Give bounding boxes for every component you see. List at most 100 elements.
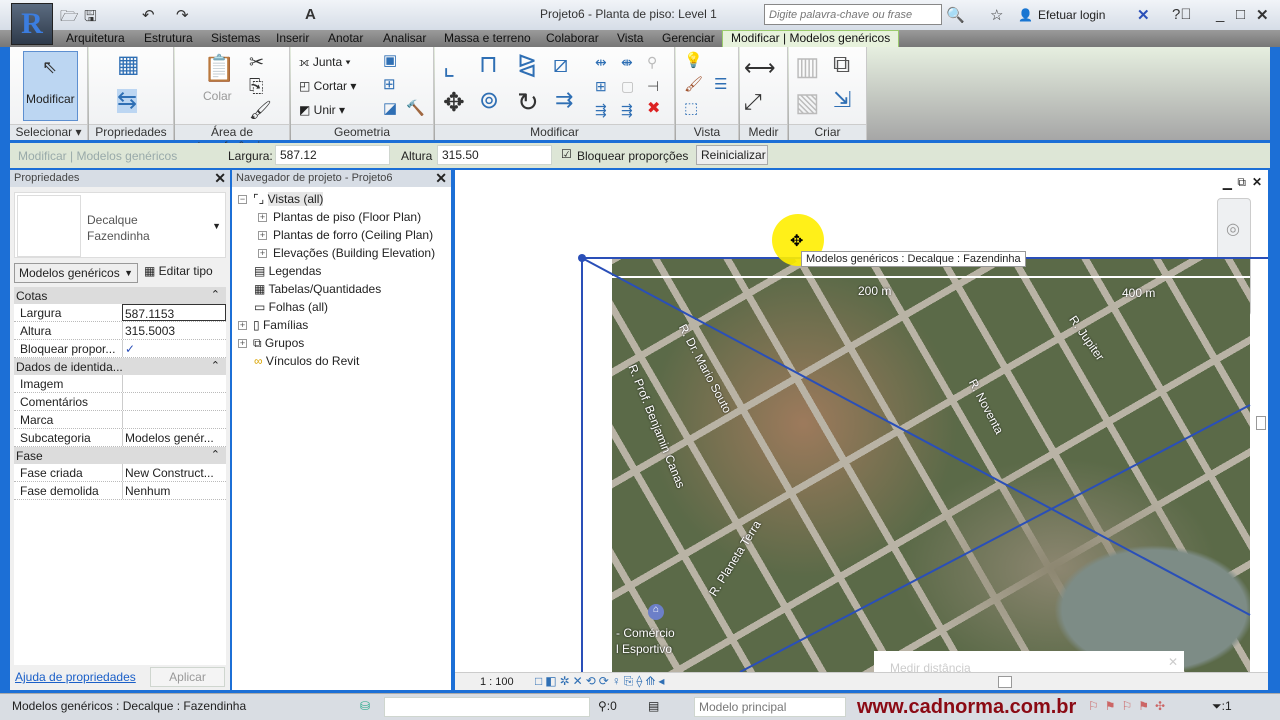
tab-colaborar[interactable]: Colaborar (546, 31, 599, 45)
properties-help-link[interactable]: Ajuda de propriedades (15, 670, 136, 684)
tree-item-sheets[interactable]: ▭ Folhas (all) (254, 300, 328, 314)
category-dropdown[interactable]: Modelos genéricos ▼ (14, 263, 138, 283)
unpin-icon[interactable]: ⚲ (647, 55, 657, 69)
cut-geometry-button[interactable]: ◰ Cortar ▾ (299, 79, 356, 93)
group-cotas[interactable]: Cotas ⌃ (14, 287, 226, 304)
close-icon[interactable]: ✕ (435, 170, 447, 187)
help-icon[interactable]: ?⃝ (1172, 6, 1192, 23)
mirror-draw-icon[interactable]: ⧄ (553, 53, 568, 77)
offset-icon[interactable]: ⊓ (479, 53, 498, 77)
paint-icon[interactable]: ◪ (383, 101, 397, 116)
comments-value[interactable] (122, 393, 226, 410)
type-properties-icon[interactable]: ▦ (117, 53, 140, 77)
tree-item-schedules[interactable]: ▦ Tabelas/Quantidades (254, 282, 381, 296)
demolish-icon[interactable]: 🔨 (406, 101, 425, 116)
tab-arquitetura[interactable]: Arquitetura (66, 31, 125, 45)
tab-inserir[interactable]: Inserir (276, 31, 309, 45)
create-group-icon[interactable]: ⧉ (833, 53, 850, 77)
tab-massa-terreno[interactable]: Massa e terreno (444, 31, 531, 45)
split-face-icon[interactable]: ⊞ (383, 77, 396, 92)
panel-label[interactable]: Selecionar ▾ (10, 124, 87, 140)
trim-multiple-icon[interactable]: ⇶ (595, 103, 607, 117)
vertical-scrollbar-thumb[interactable] (1256, 416, 1266, 430)
create-assembly-icon[interactable]: ▥ (795, 53, 820, 79)
tree-item-elevations[interactable]: + Elevações (Building Elevation) (258, 246, 435, 260)
mark-value[interactable] (122, 411, 226, 428)
linework-icon[interactable]: ☰ (714, 77, 727, 92)
unir-button[interactable]: ◩ Unir ▾ (299, 103, 345, 117)
height-value[interactable]: 315.5003 (122, 322, 226, 339)
tree-item-vistas[interactable]: − ⌜⌟ Vistas (all) (238, 192, 324, 206)
array-icon[interactable]: ⊞ (595, 79, 607, 93)
tab-analisar[interactable]: Analisar (383, 31, 426, 45)
lock-checkbox[interactable]: ✓ (122, 340, 226, 357)
tab-modificar-modelos-genericos[interactable]: Modificar | Modelos genéricos (722, 30, 900, 47)
create-similar-icon[interactable]: ⇲ (833, 89, 851, 111)
exchange-icon[interactable]: ✕ (1137, 6, 1150, 24)
binoculars-icon[interactable]: 🔍 (946, 6, 965, 24)
search-input[interactable] (764, 4, 942, 25)
copy-element-icon[interactable]: ⊚ (479, 89, 499, 113)
delete-icon[interactable]: ✖ (647, 101, 660, 117)
lightbulb-icon[interactable]: 💡 (684, 53, 703, 68)
properties-icon[interactable]: ⇆ (117, 89, 138, 113)
open-icon[interactable]: 🗁 (60, 6, 79, 31)
phase-demolished-value[interactable]: Nenhum (122, 482, 226, 499)
drawing-area[interactable]: ▁ ⧉ ✕ ◎ ⊕ 200 m 400 m R. Dr. Mario Souto… (455, 170, 1268, 690)
match-properties-icon[interactable]: 🖌 (249, 101, 272, 119)
type-selector[interactable]: Decalque Fazendinha ▼ (14, 192, 226, 258)
split-icon[interactable]: ⇹ (595, 55, 607, 69)
lock-proportions-checkbox[interactable]: ☑ (561, 147, 572, 161)
mirror-axis-icon[interactable]: ⧎ (517, 53, 537, 77)
tab-sistemas[interactable]: Sistemas (211, 31, 260, 45)
horizontal-scrollbar-thumb[interactable] (998, 676, 1012, 688)
measure-icon[interactable]: ⟷ (744, 57, 776, 79)
login-button[interactable]: Efetuar login (1038, 8, 1105, 22)
selection-toggle-icons[interactable]: ⚐⚑⚐⚑✣ (1088, 699, 1171, 713)
worksets-icon[interactable]: ⛁ (360, 699, 370, 713)
modify-button[interactable]: ⇖ Modificar (23, 51, 78, 121)
workset-dropdown[interactable] (384, 697, 590, 717)
wall-joins-icon[interactable]: ▣ (383, 53, 397, 68)
view-control-icons[interactable]: □◧✲✕⟲⟳♀⎘⟠⟰◂ (535, 674, 667, 689)
edit-type-button[interactable]: ▦ Editar tipo (144, 264, 213, 278)
close-icon[interactable]: ✕ (214, 170, 226, 187)
create-parts-icon[interactable]: ▧ (795, 89, 820, 115)
width-value-input[interactable]: 587.1153 (122, 304, 226, 321)
pin-icon[interactable]: ⊣ (647, 79, 659, 93)
align-icon[interactable]: ⌞ (443, 53, 455, 79)
tree-item-legends[interactable]: ▤ Legendas (254, 264, 321, 278)
undo-icon[interactable]: ↶ (142, 6, 155, 24)
tree-item-families[interactable]: + ▯ Famílias (238, 318, 308, 332)
tree-item-groups[interactable]: + ⧉ Grupos (238, 336, 304, 351)
view-scale[interactable]: 1 : 100 (480, 676, 514, 688)
tab-gerenciar[interactable]: Gerenciar (662, 31, 715, 45)
design-options-icon[interactable]: ▤ (648, 699, 659, 713)
width-input[interactable]: 587.12 (275, 145, 390, 165)
paste-icon[interactable]: 📋 (203, 55, 235, 81)
trim-icon[interactable]: ⇉ (555, 89, 573, 111)
aligned-dimension-icon[interactable]: ⤢ (744, 91, 762, 113)
grip-handle[interactable] (578, 254, 586, 262)
extend-icon[interactable]: ⇶ (621, 103, 633, 117)
filter-icon[interactable]: ⏷:1 (1212, 699, 1232, 714)
cut-icon[interactable]: ✂ (249, 53, 264, 71)
tab-anotar[interactable]: Anotar (328, 31, 363, 45)
redo-icon[interactable]: ↷ (176, 6, 189, 24)
selection-box-icon[interactable]: ⬚ (684, 101, 698, 116)
split-gap-icon[interactable]: ⇼ (621, 55, 633, 69)
height-input[interactable]: 315.50 (437, 145, 552, 165)
design-option-dropdown[interactable]: Modelo principal (694, 697, 846, 717)
move-icon[interactable]: ✥ (443, 89, 465, 115)
tree-item-ceiling-plans[interactable]: + Plantas de forro (Ceiling Plan) (258, 228, 433, 242)
tab-estrutura[interactable]: Estrutura (144, 31, 193, 45)
join-button[interactable]: ⟗ Junta ▾ (299, 55, 351, 70)
override-graphics-icon[interactable]: 🖌 (684, 77, 703, 92)
tab-vista[interactable]: Vista (617, 31, 643, 45)
reset-button[interactable]: Reinicializar (696, 145, 768, 165)
apply-button[interactable]: Aplicar (150, 667, 225, 687)
phase-created-value[interactable]: New Construct... (122, 464, 226, 481)
tree-item-revit-links[interactable]: ∞ Vínculos do Revit (254, 354, 359, 368)
save-icon[interactable]: 🖫 (84, 6, 97, 31)
subcategory-value[interactable]: Modelos genér... (122, 429, 226, 446)
